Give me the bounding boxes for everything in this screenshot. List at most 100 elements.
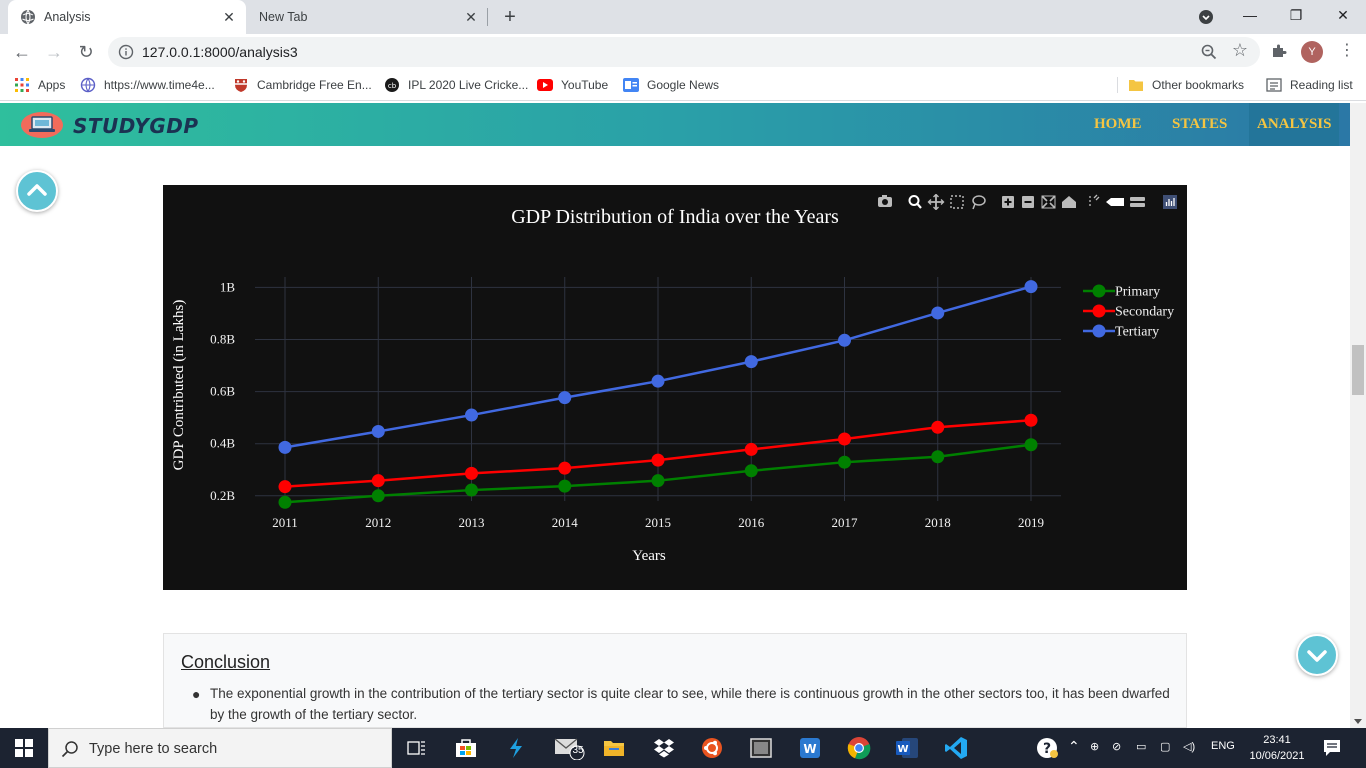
ubuntu-icon[interactable] (699, 736, 725, 760)
plotly-logo-icon[interactable] (1163, 195, 1177, 209)
nav-home[interactable]: HOME (1094, 103, 1142, 146)
close-tab-icon[interactable]: ✕ (220, 8, 238, 26)
data-point-primary (651, 474, 665, 488)
site-logo-text[interactable]: STUDYGDP (73, 114, 199, 138)
notification-center-icon[interactable] (1322, 738, 1342, 758)
data-point-secondary (558, 461, 572, 475)
autoscale-icon[interactable] (1041, 195, 1056, 209)
no-network-icon[interactable]: ⊘ (1112, 740, 1121, 753)
bookmark-time4e[interactable]: https://www.time4e... (80, 76, 215, 94)
tray-expand-icon[interactable]: ⌃ (1068, 738, 1080, 755)
bookmark-youtube[interactable]: YouTube (537, 76, 608, 94)
input-language[interactable]: ENG (1211, 740, 1235, 752)
pan-icon[interactable] (927, 193, 945, 211)
data-point-primary (1024, 438, 1038, 452)
volume-icon[interactable]: ◁) (1183, 740, 1195, 753)
taskbar-search-box[interactable]: Type here to search (48, 728, 392, 768)
help-icon[interactable]: ? (1034, 736, 1060, 760)
mail-badge: 35 (572, 745, 584, 756)
cambridge-shield-icon (233, 77, 249, 93)
profile-avatar[interactable]: Y (1301, 41, 1323, 63)
bookmark-ipl[interactable]: cb IPL 2020 Live Cricke... (384, 76, 528, 94)
taskbar-clock[interactable]: 23:41 10/06/2021 (1248, 732, 1306, 764)
bookmark-star-icon[interactable]: ☆ (1232, 40, 1248, 61)
bookmark-label: https://www.time4e... (104, 78, 215, 92)
bookmark-apps[interactable]: Apps (14, 76, 65, 94)
legend-swatch-marker (1092, 324, 1106, 338)
spike-lines-icon[interactable] (1089, 194, 1100, 208)
task-view-icon[interactable] (404, 736, 430, 760)
bookmark-label: IPL 2020 Live Cricke... (408, 78, 529, 92)
back-icon[interactable]: ← (8, 38, 36, 66)
bookmark-google-news[interactable]: Google News (623, 76, 719, 94)
hover-compare-icon[interactable] (1130, 197, 1145, 207)
address-bar[interactable]: 127.0.0.1:8000/analysis3 ☆ (108, 37, 1260, 67)
search-placeholder: Type here to search (89, 741, 218, 757)
wps-office-icon[interactable]: W (797, 736, 823, 760)
zoom-icon[interactable] (908, 195, 922, 209)
data-point-primary (558, 479, 572, 493)
azure-data-studio-icon[interactable] (503, 736, 529, 760)
terminal-window-icon[interactable] (748, 736, 774, 760)
nav-analysis[interactable]: ANALYSIS (1249, 103, 1340, 146)
extensions-puzzle-icon[interactable] (1270, 42, 1290, 62)
close-tab-icon[interactable]: ✕ (462, 8, 480, 26)
bookmark-label: YouTube (561, 78, 609, 92)
windows-start-icon[interactable] (0, 728, 48, 768)
bookmark-label: Reading list (1290, 78, 1353, 92)
menu-kebab-icon[interactable]: ⋮ (1339, 40, 1355, 60)
scroll-up-button[interactable] (16, 170, 58, 212)
camera-icon[interactable] (878, 195, 892, 207)
folder-icon (1128, 77, 1144, 93)
zoom-out-icon[interactable] (1022, 196, 1034, 208)
svg-text:W: W (803, 742, 816, 756)
tab-new-tab[interactable]: New Tab ✕ (248, 0, 488, 34)
chrome-icon[interactable] (846, 736, 872, 760)
nav-states[interactable]: STATES (1172, 103, 1227, 146)
scroll-down-button[interactable] (1296, 634, 1338, 676)
forward-icon[interactable]: → (40, 38, 68, 66)
y-tick-label: 1B (220, 279, 236, 294)
tab-analysis[interactable]: Analysis ✕ (8, 0, 246, 34)
data-point-tertiary (744, 355, 758, 369)
data-point-tertiary (838, 333, 851, 347)
x-tick-label: 2015 (645, 515, 671, 530)
zoom-in-icon[interactable] (1002, 196, 1014, 208)
word-icon[interactable]: W (894, 736, 920, 760)
laptop-logo-icon[interactable] (20, 111, 64, 139)
lasso-select-icon[interactable] (972, 195, 986, 210)
box-select-icon[interactable] (950, 195, 964, 209)
tab-search-icon[interactable] (1197, 8, 1215, 26)
battery-icon[interactable]: ▭ (1136, 740, 1146, 753)
restore-icon[interactable]: ❐ (1273, 0, 1319, 30)
scroll-arrow-down-icon[interactable] (1354, 719, 1362, 724)
new-tab-button[interactable]: + (498, 5, 522, 29)
gdp-chart: 2011 2012 2013 2014 2015 2016 2017 2018 2019 0.2B… (163, 185, 1187, 590)
data-point-tertiary (651, 374, 665, 388)
network-icon[interactable]: ▢ (1160, 740, 1170, 753)
bookmark-cambridge[interactable]: Cambridge Free En... (233, 76, 372, 94)
reload-icon[interactable]: ↻ (72, 38, 100, 66)
apps-grid-icon (14, 77, 30, 93)
conclusion-point: The exponential growth in the contributi… (210, 686, 1170, 722)
page-scrollbar[interactable] (1350, 103, 1366, 728)
reading-list[interactable]: Reading list (1266, 76, 1353, 94)
chart-modebar (878, 193, 1184, 211)
site-info-icon[interactable] (118, 44, 134, 60)
microsoft-store-icon[interactable] (453, 736, 479, 760)
y-tick-label: 0.4B (210, 436, 235, 451)
home-reset-icon[interactable] (1062, 196, 1076, 208)
file-explorer-icon[interactable] (601, 736, 627, 760)
scrollbar-thumb[interactable] (1352, 345, 1364, 395)
bookmark-other[interactable]: Other bookmarks (1128, 76, 1244, 94)
onedrive-icon[interactable]: ⊕ (1090, 740, 1099, 753)
close-window-icon[interactable]: ✕ (1320, 0, 1366, 30)
zoom-icon[interactable] (1200, 43, 1218, 61)
legend-swatch-marker (1092, 304, 1106, 318)
vscode-icon[interactable] (943, 736, 969, 760)
mail-icon[interactable]: 35 (553, 736, 589, 760)
hover-closest-icon[interactable] (1106, 198, 1124, 206)
dropbox-icon[interactable] (651, 736, 677, 760)
minimize-icon[interactable]: — (1227, 0, 1273, 30)
conclusion-card: Conclusion ● The exponential growth in t… (163, 633, 1187, 728)
